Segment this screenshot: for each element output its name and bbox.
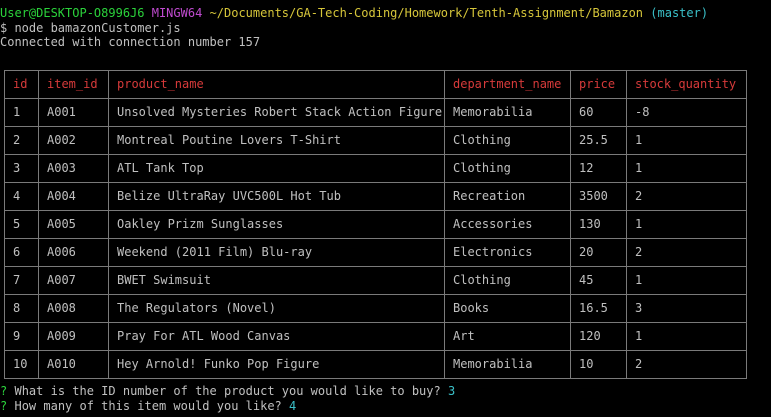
question-product-id: ? What is the ID number of the product y…	[0, 384, 455, 399]
cell-product-name: Weekend (2011 Film) Blu-ray	[108, 238, 445, 267]
cell-id: 6	[4, 238, 39, 267]
cell-product-name: Belize UltraRay UVC500L Hot Tub	[108, 182, 445, 211]
cell-product-name: Oakley Prizm Sunglasses	[108, 210, 445, 239]
cell-item-id: A002	[38, 126, 109, 155]
cell-price: 25.5	[570, 126, 627, 155]
cell-department: Books	[444, 294, 571, 323]
cell-stock: 3	[626, 294, 747, 323]
cell-item-id: A001	[38, 98, 109, 127]
cell-department: Clothing	[444, 266, 571, 295]
cell-id: 7	[4, 266, 39, 295]
cell-item-id: A003	[38, 154, 109, 183]
question-text: What is the ID number of the product you…	[14, 384, 441, 398]
cell-department: Memorabilia	[444, 98, 571, 127]
cell-stock: 1	[626, 322, 747, 351]
cell-item-id: A009	[38, 322, 109, 351]
cell-department: Clothing	[444, 154, 571, 183]
cell-price: 20	[570, 238, 627, 267]
table-row: 6 A006 Weekend (2011 Film) Blu-ray Elect…	[4, 238, 747, 267]
cell-item-id: A007	[38, 266, 109, 295]
cell-product-name: Pray For ATL Wood Canvas	[108, 322, 445, 351]
table-row: 4 A004 Belize UltraRay UVC500L Hot Tub R…	[4, 182, 747, 211]
cell-department: Clothing	[444, 126, 571, 155]
cell-department: Memorabilia	[444, 350, 571, 379]
cell-price: 3500	[570, 182, 627, 211]
products-table: id item_id product_name department_name …	[4, 70, 747, 379]
column-header: price	[570, 70, 627, 99]
cell-item-id: A008	[38, 294, 109, 323]
prompt-path: ~/Documents/GA-Tech-Coding/Homework/Tent…	[209, 6, 644, 20]
table-row: 2 A002 Montreal Poutine Lovers T-Shirt C…	[4, 126, 747, 155]
cell-department: Electronics	[444, 238, 571, 267]
cell-product-name: Unsolved Mysteries Robert Stack Action F…	[108, 98, 445, 127]
command-line: $ node bamazonCustomer.js	[0, 21, 181, 35]
cell-product-name: Hey Arnold! Funko Pop Figure	[108, 350, 445, 379]
cell-stock: 1	[626, 154, 747, 183]
cell-price: 60	[570, 98, 627, 127]
cell-id: 8	[4, 294, 39, 323]
question-mark-icon: ?	[0, 399, 8, 413]
table-row: 8 A008 The Regulators (Novel) Books 16.5…	[4, 294, 747, 323]
cell-stock: 2	[626, 350, 747, 379]
question-mark-icon: ?	[0, 384, 8, 398]
table-row: 1 A001 Unsolved Mysteries Robert Stack A…	[4, 98, 747, 127]
cell-price: 130	[570, 210, 627, 239]
cell-department: Recreation	[444, 182, 571, 211]
cell-item-id: A005	[38, 210, 109, 239]
cell-id: 5	[4, 210, 39, 239]
answer-input[interactable]: 4	[289, 399, 296, 413]
cell-id: 3	[4, 154, 39, 183]
cell-price: 120	[570, 322, 627, 351]
cell-id: 9	[4, 322, 39, 351]
cell-price: 16.5	[570, 294, 627, 323]
question-quantity: ? How many of this item would you like? …	[0, 399, 296, 414]
cell-price: 12	[570, 154, 627, 183]
cell-id: 2	[4, 126, 39, 155]
table-row: 3 A003 ATL Tank Top Clothing 12 1	[4, 154, 747, 183]
prompt-shell: MINGW64	[151, 6, 203, 20]
answer-input[interactable]: 3	[448, 384, 455, 398]
prompt-user-host: User@DESKTOP-O8996J6	[0, 6, 145, 20]
cell-item-id: A006	[38, 238, 109, 267]
terminal-window[interactable]: User@DESKTOP-O8996J6 MINGW64 ~/Documents…	[0, 0, 771, 417]
cell-price: 10	[570, 350, 627, 379]
cell-product-name: The Regulators (Novel)	[108, 294, 445, 323]
cell-id: 1	[4, 98, 39, 127]
column-header: stock_quantity	[626, 70, 747, 99]
column-header: id	[4, 70, 39, 99]
cell-department: Art	[444, 322, 571, 351]
cell-product-name: ATL Tank Top	[108, 154, 445, 183]
cell-stock: 1	[626, 266, 747, 295]
column-header: item_id	[38, 70, 109, 99]
cell-id: 10	[4, 350, 39, 379]
table-header-row: id item_id product_name department_name …	[4, 70, 747, 99]
column-header: department_name	[444, 70, 571, 99]
table-row: 9 A009 Pray For ATL Wood Canvas Art 120 …	[4, 322, 747, 351]
cell-stock: 2	[626, 182, 747, 211]
cell-product-name: BWET Swimsuit	[108, 266, 445, 295]
table-row: 7 A007 BWET Swimsuit Clothing 45 1	[4, 266, 747, 295]
table-row: 5 A005 Oakley Prizm Sunglasses Accessori…	[4, 210, 747, 239]
cell-stock: 1	[626, 210, 747, 239]
cell-item-id: A010	[38, 350, 109, 379]
table-row: 10 A010 Hey Arnold! Funko Pop Figure Mem…	[4, 350, 747, 379]
connection-message: Connected with connection number 157	[0, 35, 261, 49]
question-text: How many of this item would you like?	[14, 399, 282, 413]
cell-id: 4	[4, 182, 39, 211]
prompt-branch: (master)	[650, 6, 709, 20]
cell-item-id: A004	[38, 182, 109, 211]
cell-price: 45	[570, 266, 627, 295]
cell-stock: 2	[626, 238, 747, 267]
shell-prompt-line: User@DESKTOP-O8996J6 MINGW64 ~/Documents…	[0, 6, 708, 21]
cell-product-name: Montreal Poutine Lovers T-Shirt	[108, 126, 445, 155]
column-header: product_name	[108, 70, 445, 99]
cell-stock: -8	[626, 98, 747, 127]
cell-department: Accessories	[444, 210, 571, 239]
cell-stock: 1	[626, 126, 747, 155]
